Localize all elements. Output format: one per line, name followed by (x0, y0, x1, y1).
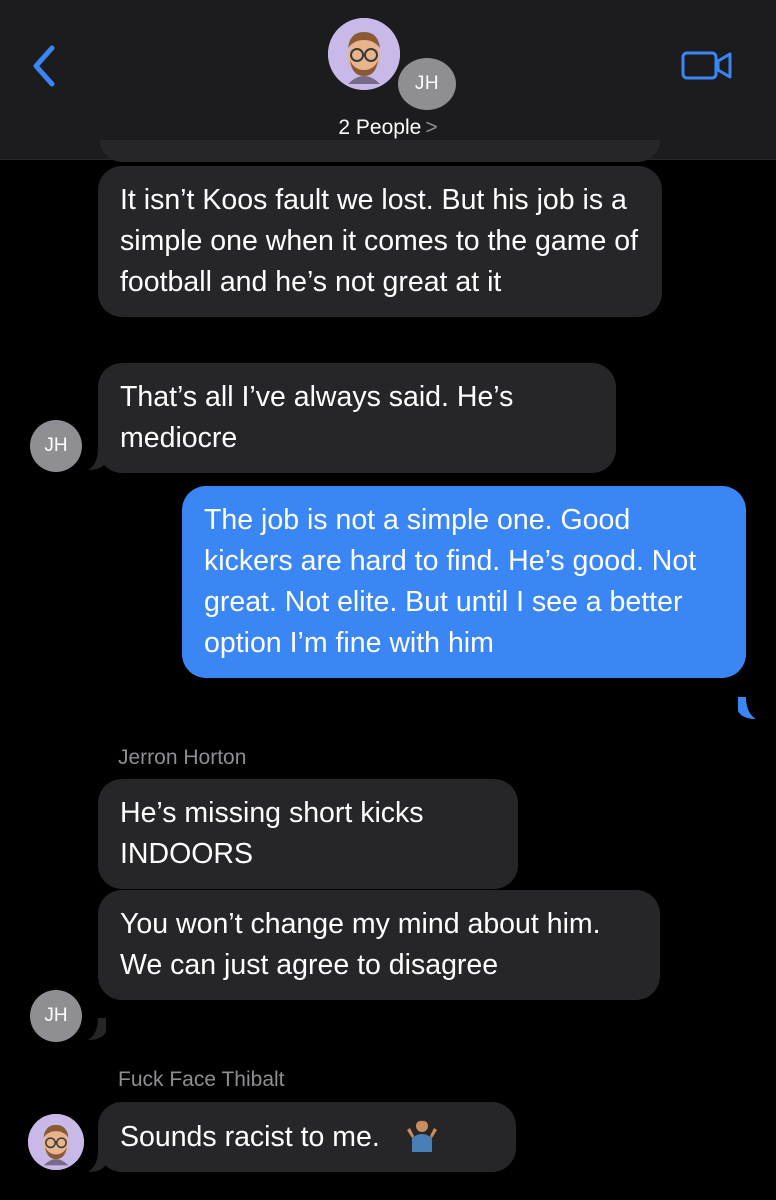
message-bubble-incoming[interactable]: You won’t change my mind about him. We c… (98, 890, 660, 1000)
previous-message-bubble (100, 140, 660, 162)
bubble-tail (88, 1150, 106, 1172)
message-bubble-incoming[interactable]: It isn’t Koos fault we lost. But his job… (98, 166, 662, 317)
sender-name: Jerron Horton (118, 746, 247, 769)
memoji-avatar-icon (28, 1114, 84, 1170)
message-text: You won’t change my mind about him. We c… (120, 908, 601, 981)
message-text: He’s missing short kicks INDOORS (120, 797, 424, 870)
message-text: The job is not a simple one. Good kicker… (204, 504, 697, 659)
memoji-avatar-icon (328, 18, 400, 90)
avatar-jh[interactable]: JH (30, 420, 82, 472)
message-bubble-incoming[interactable]: He’s missing short kicks INDOORS (98, 779, 518, 889)
avatar-memoji[interactable] (28, 1114, 84, 1170)
message-text: It isn’t Koos fault we lost. But his job… (120, 184, 639, 298)
chevron-right-icon: > (425, 116, 438, 139)
message-text: That’s all I’ve always said. He’s medioc… (120, 381, 514, 454)
group-avatar-memoji[interactable] (328, 18, 400, 90)
person-shrugging-emoji (406, 1120, 437, 1152)
bubble-tail (88, 448, 106, 470)
message-bubble-incoming[interactable]: Sounds racist to me. (98, 1102, 516, 1172)
video-call-icon (681, 51, 732, 80)
message-bubble-incoming[interactable]: That’s all I’ve always said. He’s medioc… (98, 363, 616, 473)
bubble-tail (88, 1018, 106, 1040)
back-button[interactable] (26, 40, 66, 92)
group-details-link[interactable]: 2 People > (0, 116, 776, 140)
message-bubble-outgoing[interactable]: The job is not a simple one. Good kicker… (182, 486, 746, 678)
group-avatar-initials[interactable]: JH (398, 58, 456, 110)
group-label: 2 People (338, 116, 422, 139)
video-call-button[interactable] (680, 46, 734, 84)
conversation-header: JH 2 People > (0, 0, 776, 160)
message-text: Sounds racist to me. (120, 1121, 380, 1153)
bubble-tail (738, 697, 756, 719)
avatar-jh[interactable]: JH (30, 990, 82, 1042)
sender-name: Fuck Face Thibalt (118, 1068, 285, 1091)
chevron-left-icon (33, 45, 55, 87)
